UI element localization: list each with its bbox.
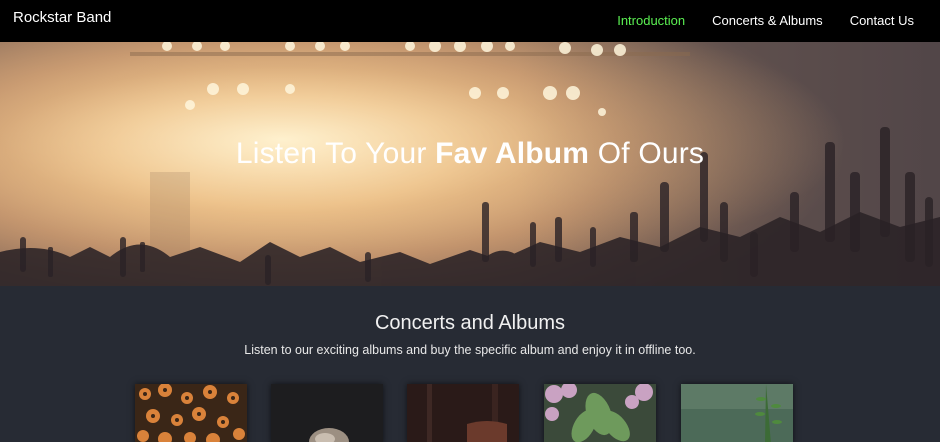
album-card-4[interactable] — [544, 384, 656, 442]
hero-title: Listen To Your Fav Album Of Ours — [0, 137, 940, 171]
album-image-orange-flowers — [135, 384, 247, 442]
brand-logo[interactable]: Rockstar Band — [13, 9, 111, 26]
album-image-bearded-man — [271, 384, 383, 442]
nav-link-introduction[interactable]: Introduction — [617, 13, 685, 28]
album-card-2[interactable] — [271, 384, 383, 442]
album-card-3[interactable] — [407, 384, 519, 442]
section-subtitle: Listen to our exciting albums and buy th… — [244, 343, 696, 357]
nav-links: Introduction Concerts & Albums Contact U… — [617, 13, 914, 28]
album-image-green-foliage — [681, 384, 793, 442]
nav-link-contact-us[interactable]: Contact Us — [850, 13, 914, 28]
concerts-albums-section: Concerts and Albums Listen to our exciti… — [0, 286, 940, 442]
hero-title-part1: Listen To Your — [235, 137, 436, 170]
navbar: Rockstar Band Introduction Concerts & Al… — [0, 0, 940, 42]
hero-title-bold: Fav Album — [435, 137, 590, 170]
hero-banner: Listen To Your Fav Album Of Ours — [0, 42, 940, 286]
album-card-1[interactable] — [135, 384, 247, 442]
section-title: Concerts and Albums — [374, 312, 566, 334]
album-image-pink-hydrangea-plant — [544, 384, 656, 442]
album-card-5[interactable] — [681, 384, 793, 442]
nav-link-concerts-albums[interactable]: Concerts & Albums — [712, 13, 823, 28]
album-image-dark-forest-figure — [407, 384, 519, 442]
hero-title-part2: Of Ours — [589, 137, 705, 170]
